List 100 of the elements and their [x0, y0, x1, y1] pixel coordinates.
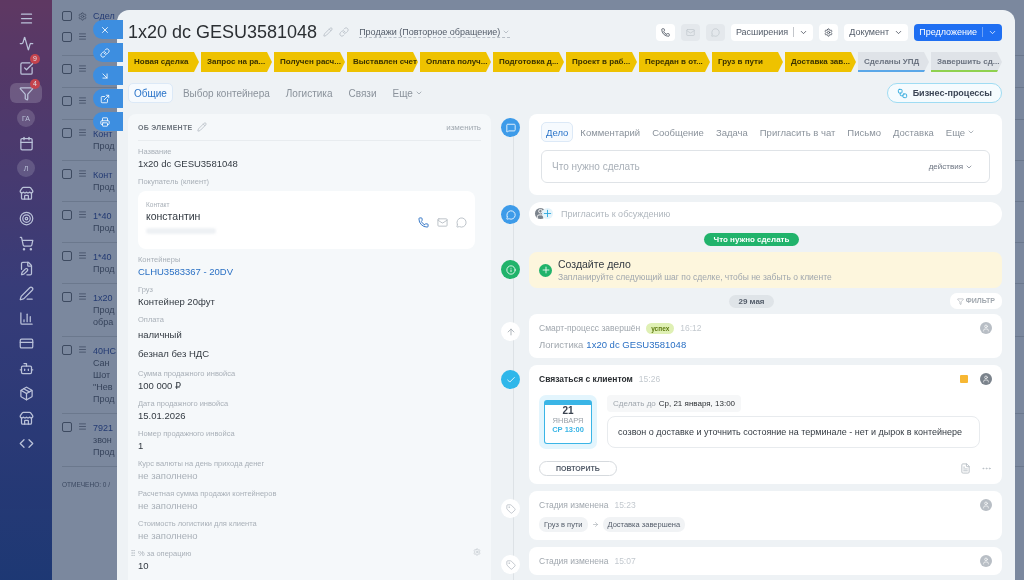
drag-handle-icon[interactable] [78, 210, 87, 219]
stage-step[interactable]: Выставлен счет [347, 52, 418, 72]
workflow-icon [896, 87, 908, 99]
proposal-button[interactable]: Предложение [914, 23, 1002, 41]
stage-step[interactable]: Оплата получ... [420, 52, 491, 72]
composer-tab[interactable]: Еще [940, 122, 981, 142]
list-text: Прод [93, 181, 115, 193]
list-text: 1*40 [93, 210, 113, 222]
user-icon [980, 499, 992, 511]
drag-handle-icon[interactable] [78, 32, 87, 41]
stage-step[interactable]: Завершить сд... [931, 52, 1002, 72]
field-value: 100 000 ₽ [138, 379, 182, 393]
checkbox[interactable] [62, 64, 72, 74]
stage-step[interactable]: Проект в раб... [566, 52, 637, 72]
pencil-icon[interactable] [323, 27, 334, 37]
list-text: Прод [93, 263, 115, 275]
section-tab[interactable]: Еще [386, 83, 429, 103]
stage-step[interactable]: Сделаны УПД [858, 52, 929, 72]
checkbox[interactable] [62, 210, 72, 220]
checkbox[interactable] [62, 345, 72, 355]
stage-step[interactable]: Новая сделка [128, 52, 199, 72]
drag-handle-icon[interactable] [78, 169, 87, 178]
link-icon[interactable] [339, 27, 350, 37]
checkbox[interactable] [62, 11, 72, 21]
checkbox[interactable] [62, 292, 72, 302]
mail-icon[interactable] [437, 217, 448, 228]
menu-icon [18, 10, 34, 26]
settings-icon[interactable] [78, 11, 87, 21]
section-tab[interactable]: Выбор контейнера [176, 83, 276, 103]
composer-tab[interactable]: Задача [710, 122, 753, 142]
composer-tab[interactable]: Сообщение [647, 122, 709, 142]
composer-tab[interactable]: Пригласить в чат [754, 122, 841, 142]
check-icon [501, 370, 520, 389]
phone-icon[interactable] [418, 217, 429, 228]
drag-handle-icon[interactable] [129, 548, 137, 558]
list-text: 7921 [93, 422, 115, 434]
hint-text: Запланируйте следующий шаг по сделке, чтобы не забыть о клиенте [558, 272, 832, 282]
business-processes-button[interactable]: Бизнес-процессы [886, 83, 1002, 103]
collapse-button[interactable] [93, 66, 123, 85]
crm-icon [18, 85, 34, 101]
category-dropdown[interactable]: Продажи (Повторное обращение) [359, 26, 511, 38]
stage-step[interactable]: Получен расч... [274, 52, 345, 72]
chat-icon[interactable] [456, 217, 467, 228]
checkbox[interactable] [62, 32, 72, 42]
actions-dropdown[interactable]: действия [922, 161, 979, 172]
section-tab[interactable]: Общие [128, 83, 173, 103]
drag-handle-icon[interactable] [78, 128, 87, 137]
drag-handle-icon[interactable] [78, 292, 87, 301]
doc-icon [18, 260, 34, 276]
list-text: Сан [93, 357, 111, 369]
composer-tab[interactable]: Дело [541, 122, 574, 142]
drag-handle-icon[interactable] [78, 345, 87, 354]
close-button[interactable] [93, 20, 123, 39]
drag-handle-icon[interactable] [78, 96, 87, 105]
checkbox[interactable] [62, 96, 72, 106]
note-icon[interactable] [960, 463, 971, 474]
add-icon[interactable] [539, 263, 552, 277]
event-time: 15:26 [638, 374, 661, 384]
pencil-icon[interactable] [196, 122, 207, 132]
checkbox[interactable] [62, 251, 72, 261]
list-text: Прод [93, 393, 116, 405]
event-time: 16:12 [680, 323, 702, 333]
drag-handle-icon[interactable] [78, 422, 87, 431]
stage-step[interactable]: Подготовка д... [493, 52, 564, 72]
composer-tab[interactable]: Доставка [888, 122, 939, 142]
event-time: 15:07 [614, 556, 636, 566]
composer-tab[interactable]: Комментарий [575, 122, 646, 142]
stage-step[interactable]: Передан в от... [639, 52, 710, 72]
settings-button[interactable] [819, 23, 839, 41]
field-value: безнал без НДС [138, 347, 210, 361]
chart-icon [18, 310, 34, 326]
phone-button[interactable] [655, 23, 675, 41]
section-tab[interactable]: Связи [342, 83, 383, 103]
link-button[interactable] [93, 43, 123, 62]
external-link-icon [100, 93, 110, 104]
todo-input[interactable]: Что нужно сделать действия [541, 150, 990, 183]
extensions-button[interactable]: Расширения [730, 23, 814, 41]
section-tab[interactable]: Логистика [279, 83, 339, 103]
link-icon [100, 47, 110, 58]
container-link[interactable]: CLHU3583367 - 20DV [138, 265, 234, 279]
document-button[interactable]: Документ [844, 23, 909, 41]
sign-icon [18, 285, 34, 301]
checkbox[interactable] [62, 128, 72, 138]
checkbox[interactable] [62, 169, 72, 179]
user-icon [980, 322, 992, 334]
drag-handle-icon[interactable] [78, 64, 87, 73]
activity-description: созвон о доставке и уточнить состояние на терминале - нет и дырок в контейнере [607, 416, 980, 448]
checkbox[interactable] [62, 422, 72, 432]
entity-link[interactable]: 1x20 dc GESU3581048 [586, 339, 687, 350]
list-text: Прод [93, 140, 115, 152]
chat-icon [710, 27, 720, 37]
print-button[interactable] [93, 112, 123, 131]
stage-step[interactable]: Запрос на ра... [201, 52, 272, 72]
event-title: Стадия изменена [539, 500, 609, 510]
open-button[interactable] [93, 89, 123, 108]
composer-tab[interactable]: Письмо [842, 122, 886, 142]
drag-handle-icon[interactable] [78, 251, 87, 260]
deadline-chip[interactable]: Сделать до Ср, 21 января, 13:00 [607, 395, 742, 412]
stage-step[interactable]: Груз в пути [712, 52, 783, 72]
stage-step[interactable]: Доставка зав... [785, 52, 856, 72]
